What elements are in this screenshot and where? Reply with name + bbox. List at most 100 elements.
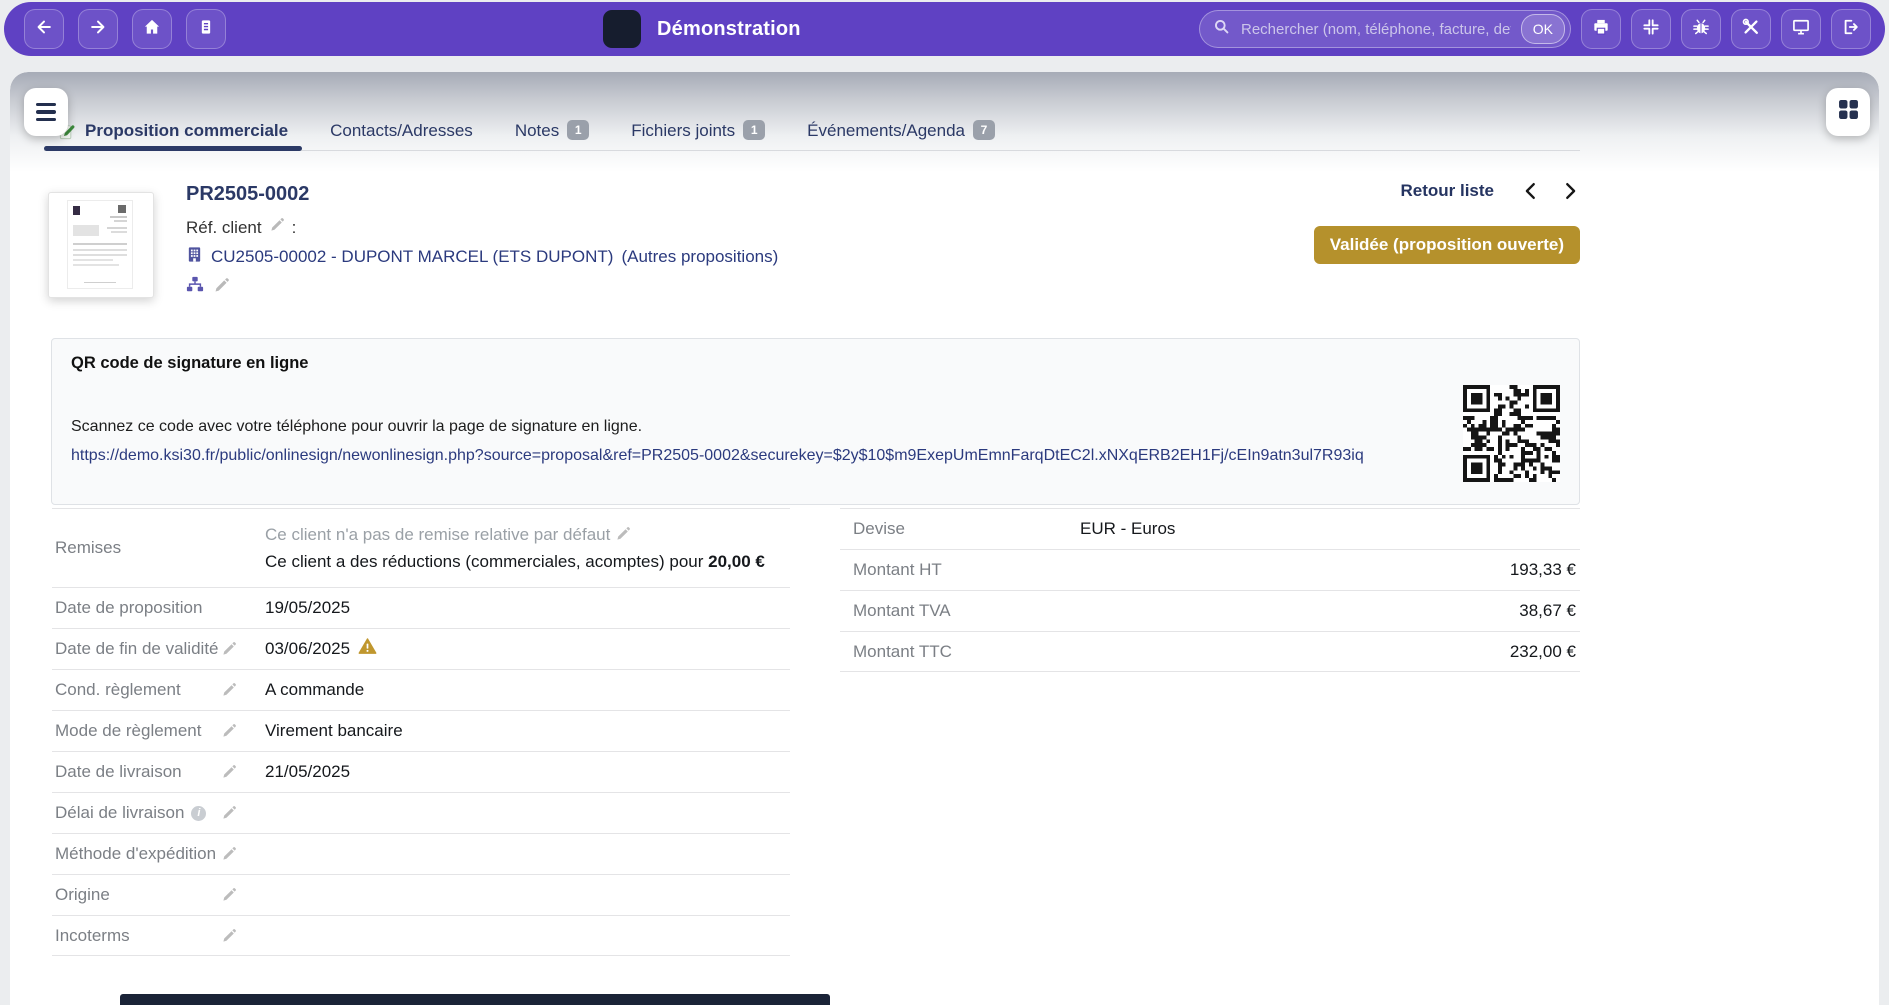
- tab-bar: Proposition commerciale Contacts/Adresse…: [44, 112, 1009, 150]
- tools-button[interactable]: [1731, 9, 1771, 49]
- table-row-montant-ht: Montant HT 193,33 €: [840, 549, 1580, 590]
- menu-toggle-button[interactable]: [24, 88, 68, 136]
- edit-pencil-icon[interactable]: [213, 277, 230, 299]
- table-row-incoterms: Incoterms: [52, 915, 790, 956]
- row-label: Cond. règlement: [52, 680, 265, 700]
- grid-icon: [1838, 99, 1859, 125]
- home-icon: [142, 17, 162, 42]
- edit-pencil-icon[interactable]: [221, 928, 237, 944]
- remises-value: Ce client n'a pas de remise relative par…: [265, 515, 765, 581]
- tab-notes[interactable]: Notes 1: [501, 112, 603, 150]
- edit-pencil-icon[interactable]: [221, 887, 237, 903]
- forward-button[interactable]: [78, 9, 118, 49]
- row-value: 232,00 €: [1080, 642, 1580, 662]
- qr-code-image: [1463, 385, 1560, 482]
- row-value: 03/06/2025: [265, 637, 790, 661]
- app-title: Démonstration: [657, 18, 801, 41]
- search-ok-button[interactable]: OK: [1521, 14, 1565, 44]
- tab-evenements-agenda[interactable]: Événements/Agenda 7: [793, 112, 1009, 150]
- customer-ref-line: Réf. client :: [186, 217, 296, 238]
- document-preview-sketch: [68, 201, 132, 288]
- screen-button[interactable]: [1781, 9, 1821, 49]
- row-value: 193,33 €: [1080, 560, 1580, 580]
- table-row-montant-tva: Montant TVA 38,67 €: [840, 590, 1580, 631]
- row-value: A commande: [265, 680, 790, 700]
- row-label: Date de fin de validité: [52, 639, 265, 659]
- colon: :: [292, 218, 297, 238]
- signature-url-link[interactable]: https://demo.ksi30.fr/public/onlinesign/…: [71, 447, 1364, 465]
- arrow-right-icon: [88, 17, 108, 42]
- search-icon: [1212, 17, 1231, 41]
- row-value: Virement bancaire: [265, 721, 790, 741]
- edit-pencil-icon[interactable]: [221, 641, 237, 657]
- tab-count-badge: 1: [743, 120, 765, 140]
- row-label: Mode de règlement: [52, 721, 265, 741]
- edit-pencil-icon[interactable]: [615, 526, 631, 542]
- row-label: Incoterms: [52, 926, 265, 946]
- tab-label: Proposition commerciale: [85, 121, 288, 141]
- table-row-methode-expedition: Méthode d'expédition: [52, 833, 790, 874]
- row-label: Remises: [52, 538, 265, 558]
- info-icon: i: [191, 806, 206, 821]
- row-label: Devise: [840, 519, 1080, 539]
- table-row-cond-reglement: Cond. règlement A commande: [52, 669, 790, 710]
- row-label: Origine: [52, 885, 265, 905]
- other-proposals-link[interactable]: (Autres propositions): [621, 247, 778, 267]
- compress-icon: [1641, 17, 1661, 42]
- nav-history-buttons: [24, 9, 226, 49]
- row-value: 38,67 €: [1080, 601, 1580, 621]
- edit-pencil-icon[interactable]: [221, 682, 237, 698]
- edit-pencil-icon[interactable]: [221, 723, 237, 739]
- qr-panel-title: QR code de signature en ligne: [71, 354, 308, 373]
- document-thumbnail[interactable]: [48, 192, 154, 298]
- proposal-details-table: Remises Ce client n'a pas de remise rela…: [52, 508, 790, 956]
- online-signature-panel: QR code de signature en ligne Scannez ce…: [51, 338, 1580, 505]
- ref-client-label: Réf. client: [186, 218, 262, 238]
- warning-icon: [358, 637, 377, 661]
- tab-proposition-commerciale[interactable]: Proposition commerciale: [44, 112, 302, 150]
- row-label: Montant HT: [840, 560, 1080, 580]
- search-input[interactable]: [1239, 20, 1513, 39]
- edit-pencil-icon[interactable]: [269, 217, 285, 238]
- tab-contacts-adresses[interactable]: Contacts/Adresses: [316, 112, 487, 150]
- previous-record-button[interactable]: [1521, 181, 1541, 201]
- global-search: OK: [1199, 10, 1571, 48]
- printer-icon: [1591, 17, 1611, 42]
- row-label: Délai de livraison i: [52, 803, 265, 823]
- debug-button[interactable]: [1681, 9, 1721, 49]
- row-label: Méthode d'expédition: [52, 844, 265, 864]
- company-logo: [603, 10, 641, 48]
- sitemap-icon[interactable]: [186, 276, 204, 299]
- row-value: EUR - Euros: [1080, 519, 1580, 539]
- edit-pencil-icon[interactable]: [221, 764, 237, 780]
- row-label: Date de proposition: [52, 598, 265, 618]
- customer-link[interactable]: CU2505-00002 - DUPONT MARCEL (ETS DUPONT…: [211, 247, 613, 267]
- row-value: 21/05/2025: [265, 762, 790, 782]
- linked-objects-icons: [186, 276, 230, 299]
- top-navbar: Démonstration OK: [4, 2, 1885, 56]
- building-icon: [186, 246, 203, 268]
- table-row-origine: Origine: [52, 874, 790, 915]
- tab-fichiers-joints[interactable]: Fichiers joints 1: [617, 112, 779, 150]
- table-row-remises: Remises Ce client n'a pas de remise rela…: [52, 508, 790, 587]
- documents-button[interactable]: [186, 9, 226, 49]
- tab-label: Fichiers joints: [631, 121, 735, 141]
- fullscreen-button[interactable]: [1631, 9, 1671, 49]
- next-record-button[interactable]: [1560, 181, 1580, 201]
- tab-label: Notes: [515, 121, 559, 141]
- qr-instruction: Scannez ce code avec votre téléphone pou…: [71, 418, 642, 436]
- layout-grid-button[interactable]: [1826, 88, 1870, 136]
- tab-label: Contacts/Adresses: [330, 121, 473, 141]
- back-to-list-link[interactable]: Retour liste: [1400, 181, 1494, 201]
- home-button[interactable]: [132, 9, 172, 49]
- back-button[interactable]: [24, 9, 64, 49]
- table-row-devise: Devise EUR - Euros: [840, 508, 1580, 549]
- row-label: Montant TVA: [840, 601, 1080, 621]
- proposal-reference: PR2505-0002: [186, 183, 309, 206]
- print-button[interactable]: [1581, 9, 1621, 49]
- edit-pencil-icon[interactable]: [221, 846, 237, 862]
- logout-button[interactable]: [1831, 9, 1871, 49]
- table-row-mode-reglement: Mode de règlement Virement bancaire: [52, 710, 790, 751]
- edit-pencil-icon[interactable]: [221, 805, 237, 821]
- tab-count-badge: 1: [567, 120, 589, 140]
